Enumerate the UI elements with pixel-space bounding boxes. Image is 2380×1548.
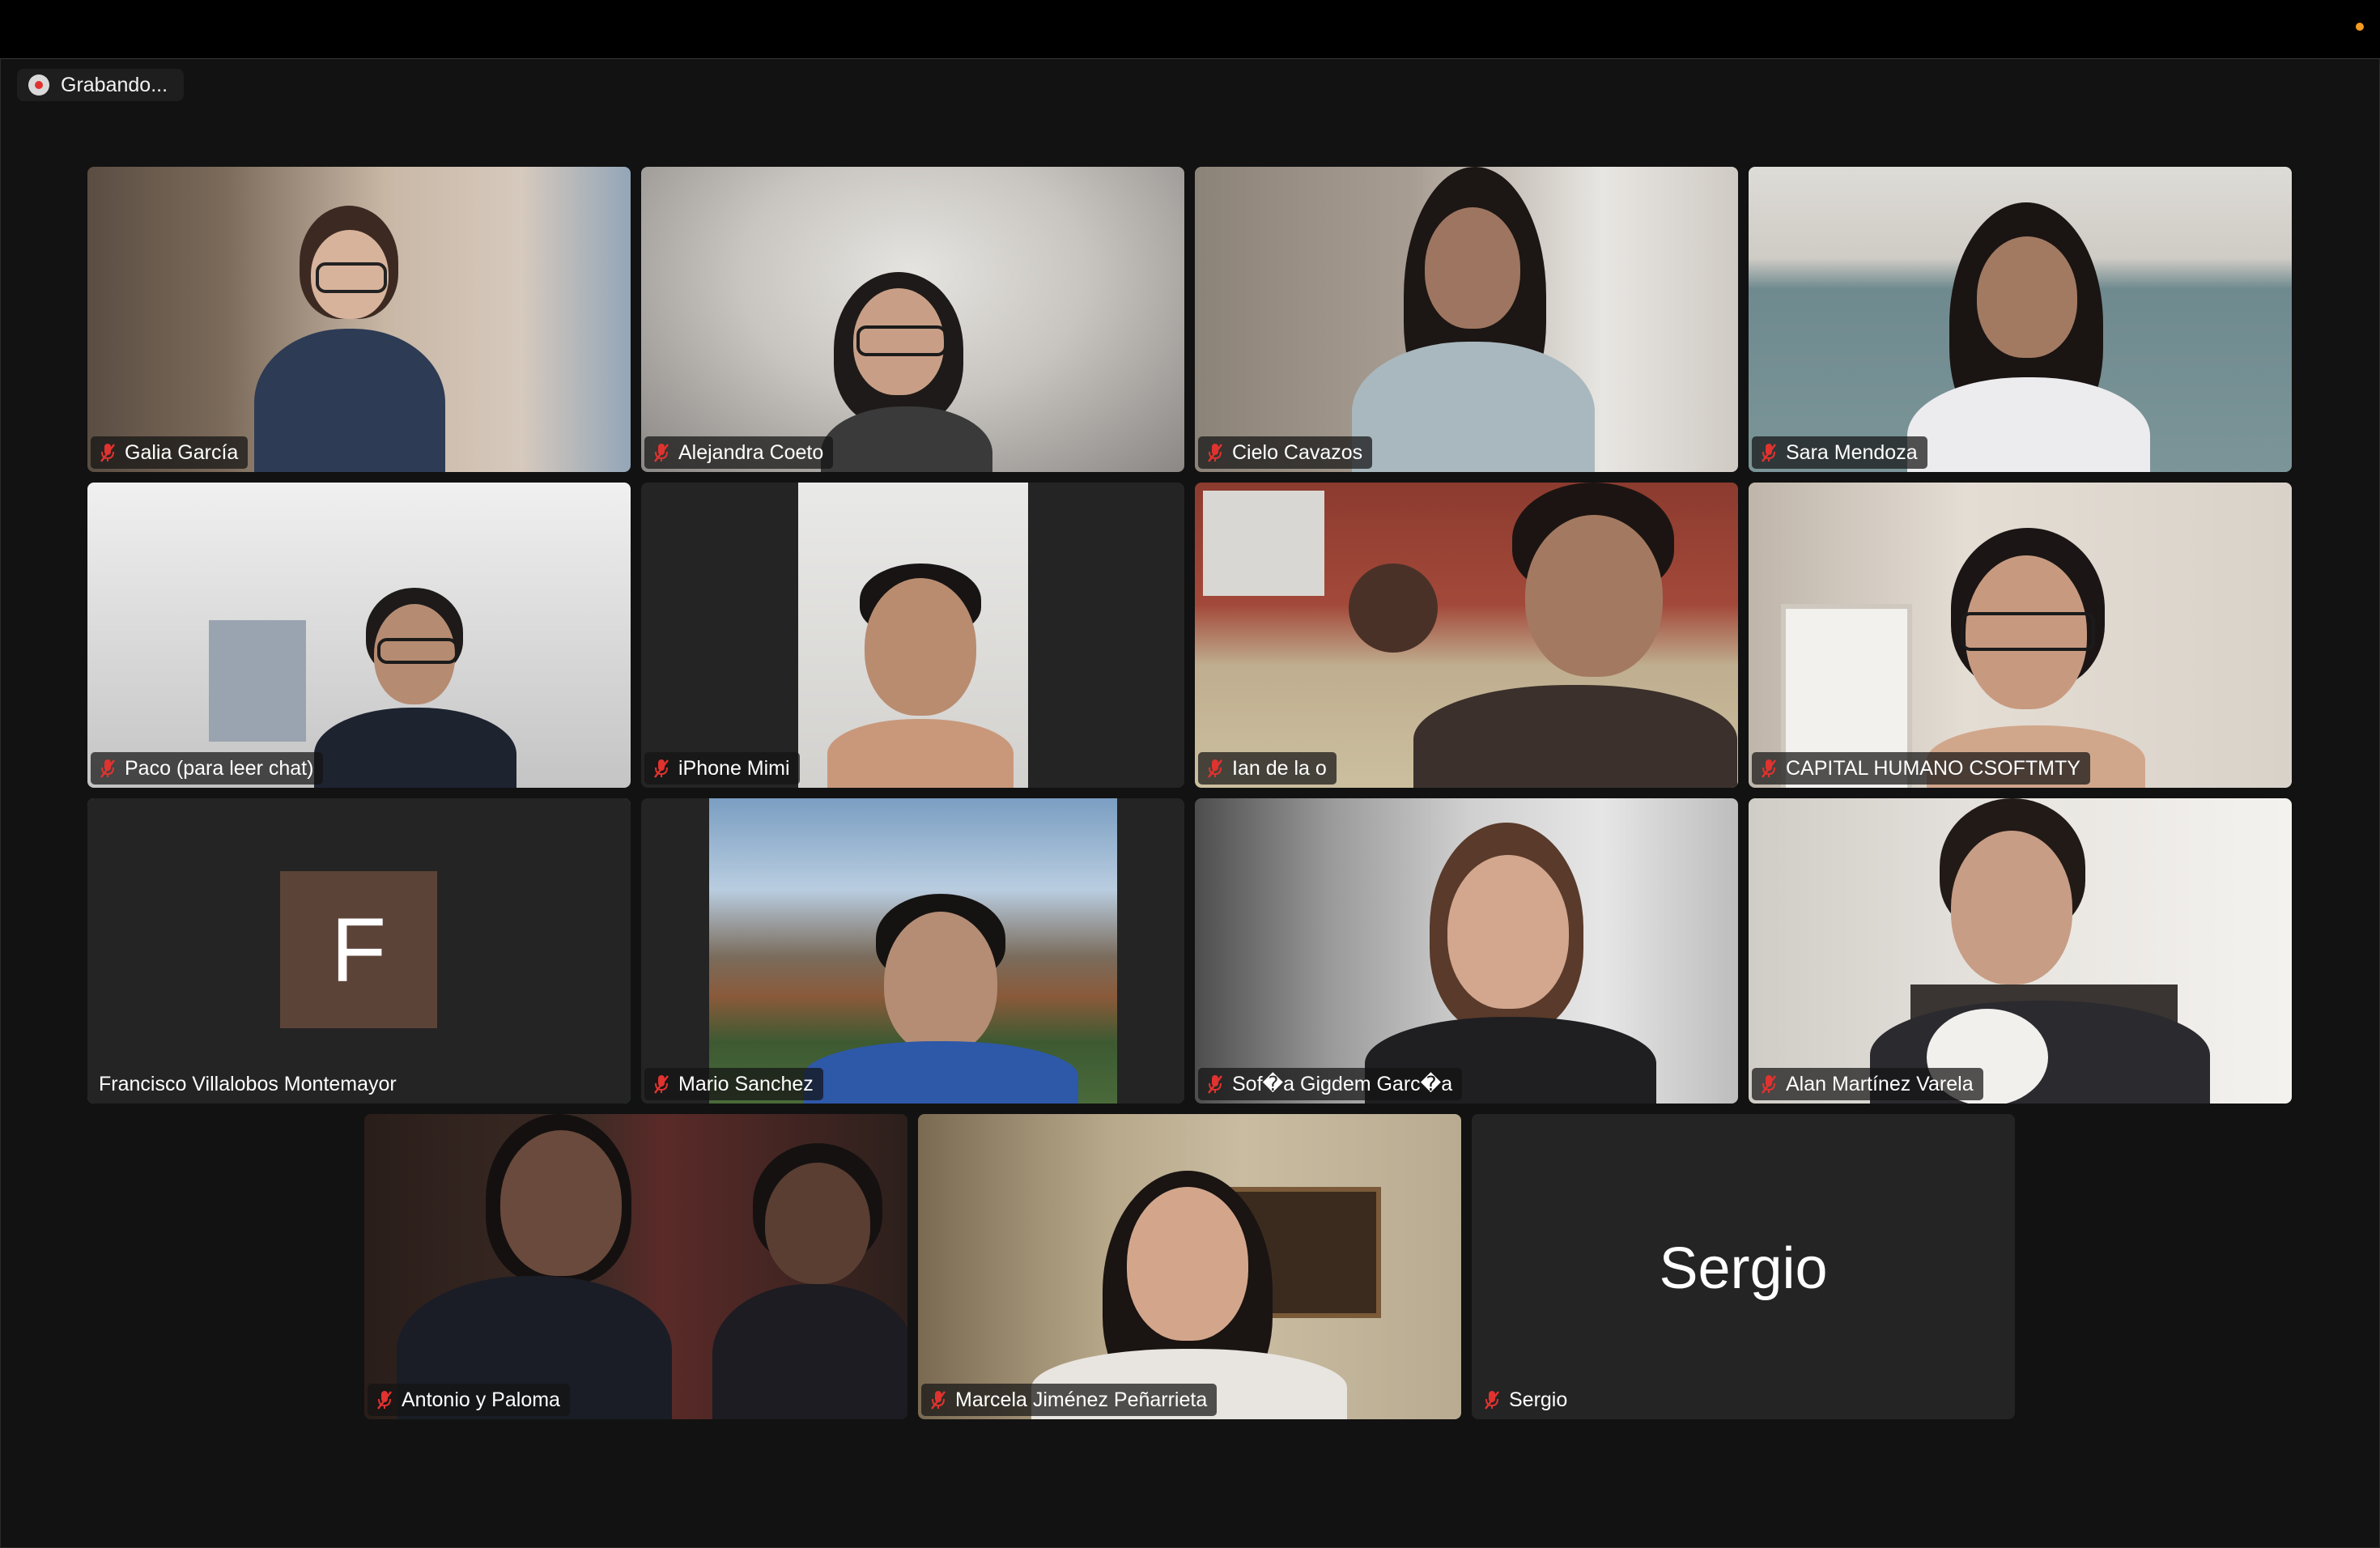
participant-tile-active-speaker[interactable]: F Francisco Villalobos Montemayor xyxy=(87,798,631,1104)
participant-name: Mario Sanchez xyxy=(678,1072,814,1095)
participant-name: Ian de la o xyxy=(1232,756,1327,780)
record-icon xyxy=(28,74,49,96)
participant-nametag: Antonio y Paloma xyxy=(368,1384,570,1416)
participant-nametag: Francisco Villalobos Montemayor xyxy=(91,1068,406,1100)
participant-name: iPhone Mimi xyxy=(678,756,790,780)
participant-nametag: Alejandra Coeto xyxy=(644,436,834,469)
participant-nametag: iPhone Mimi xyxy=(644,752,800,785)
mic-muted-icon xyxy=(1208,759,1222,778)
participant-nametag: Sof�a Gigdem Garc�a xyxy=(1198,1068,1463,1100)
mic-muted-icon xyxy=(100,444,115,462)
participant-name: Cielo Cavazos xyxy=(1232,440,1363,464)
participant-name: Sara Mendoza xyxy=(1786,440,1918,464)
participant-video xyxy=(641,167,1184,472)
participant-tile[interactable]: Cielo Cavazos xyxy=(1195,167,1738,472)
participant-tile[interactable]: Paco (para leer chat) xyxy=(87,483,631,788)
participant-nametag: Cielo Cavazos xyxy=(1198,436,1373,469)
mic-muted-icon xyxy=(377,1391,392,1410)
participant-tile[interactable]: Sof�a Gigdem Garc�a xyxy=(1195,798,1738,1104)
participant-nametag: Galia García xyxy=(91,436,249,469)
participant-name: Alan Martínez Varela xyxy=(1786,1072,1974,1095)
participant-nametag: Paco (para leer chat) xyxy=(91,752,324,785)
participant-name: Sergio xyxy=(1509,1388,1568,1411)
participant-tile[interactable]: Sergio Sergio xyxy=(1472,1114,2015,1419)
mic-muted-icon xyxy=(1762,444,1776,462)
participant-name: Sof�a Gigdem Garc�a xyxy=(1232,1073,1453,1095)
participant-video xyxy=(1195,167,1738,472)
mic-muted-icon xyxy=(931,1391,946,1410)
notification-dot xyxy=(2356,23,2364,31)
participant-name: Antonio y Paloma xyxy=(402,1388,560,1411)
participant-video xyxy=(87,483,631,788)
participant-name: Francisco Villalobos Montemayor xyxy=(99,1072,397,1095)
participant-video xyxy=(1749,483,2292,788)
participant-display-name: Sergio xyxy=(1659,1236,1828,1301)
participant-nametag: CAPITAL HUMANO CSOFTMTY xyxy=(1752,752,2090,785)
participant-tile[interactable]: iPhone Mimi xyxy=(641,483,1184,788)
participant-video xyxy=(1195,798,1738,1104)
participant-nametag: Mario Sanchez xyxy=(644,1068,823,1100)
mic-muted-icon xyxy=(654,444,669,462)
participant-video xyxy=(641,798,1184,1104)
participant-tile[interactable]: Antonio y Paloma xyxy=(364,1114,907,1419)
participant-video xyxy=(364,1114,907,1419)
participant-tile[interactable]: Marcela Jiménez Peñarrieta xyxy=(918,1114,1461,1419)
participant-video xyxy=(918,1114,1461,1419)
participant-name: Galia García xyxy=(125,440,239,464)
mic-muted-icon xyxy=(1208,444,1222,462)
recording-indicator[interactable]: Grabando... xyxy=(17,69,185,101)
mic-muted-icon xyxy=(1762,1075,1776,1094)
mic-muted-icon xyxy=(1208,1075,1222,1094)
participant-name: Paco (para leer chat) xyxy=(125,756,314,780)
participant-nametag: Ian de la o xyxy=(1198,752,1337,785)
participant-video xyxy=(1195,483,1738,788)
participant-name: Alejandra Coeto xyxy=(678,440,824,464)
mic-muted-icon xyxy=(654,1075,669,1094)
participant-tile[interactable]: Sara Mendoza xyxy=(1749,167,2292,472)
participant-tile[interactable]: Ian de la o xyxy=(1195,483,1738,788)
mic-muted-icon xyxy=(654,759,669,778)
mic-muted-icon xyxy=(1485,1391,1499,1410)
participant-tile[interactable]: Galia García xyxy=(87,167,631,472)
participant-name: CAPITAL HUMANO CSOFTMTY xyxy=(1786,756,2080,780)
participant-tile[interactable]: Mario Sanchez xyxy=(641,798,1184,1104)
participant-video xyxy=(87,167,631,472)
participant-nametag: Alan Martínez Varela xyxy=(1752,1068,1983,1100)
participant-tile[interactable]: Alejandra Coeto xyxy=(641,167,1184,472)
participant-nametag: Sara Mendoza xyxy=(1752,436,1927,469)
meeting-gallery-view: Grabando... Galia García Alejandra Coeto xyxy=(0,58,2380,1548)
participant-tile[interactable]: CAPITAL HUMANO CSOFTMTY xyxy=(1749,483,2292,788)
participant-video xyxy=(641,483,1184,788)
participant-name: Marcela Jiménez Peñarrieta xyxy=(955,1388,1208,1411)
participant-video-off: Sergio xyxy=(1472,1114,2015,1419)
mic-muted-icon xyxy=(1762,759,1776,778)
participant-video xyxy=(1749,798,2292,1104)
participant-tile[interactable]: Alan Martínez Varela xyxy=(1749,798,2292,1104)
participant-video-off: F xyxy=(87,798,631,1104)
participant-nametag: Sergio xyxy=(1475,1384,1577,1416)
participant-avatar: F xyxy=(280,871,437,1028)
window-titlebar xyxy=(0,0,2380,58)
participant-nametag: Marcela Jiménez Peñarrieta xyxy=(921,1384,1218,1416)
recording-label: Grabando... xyxy=(61,73,168,96)
mic-muted-icon xyxy=(100,759,115,778)
participant-video xyxy=(1749,167,2292,472)
